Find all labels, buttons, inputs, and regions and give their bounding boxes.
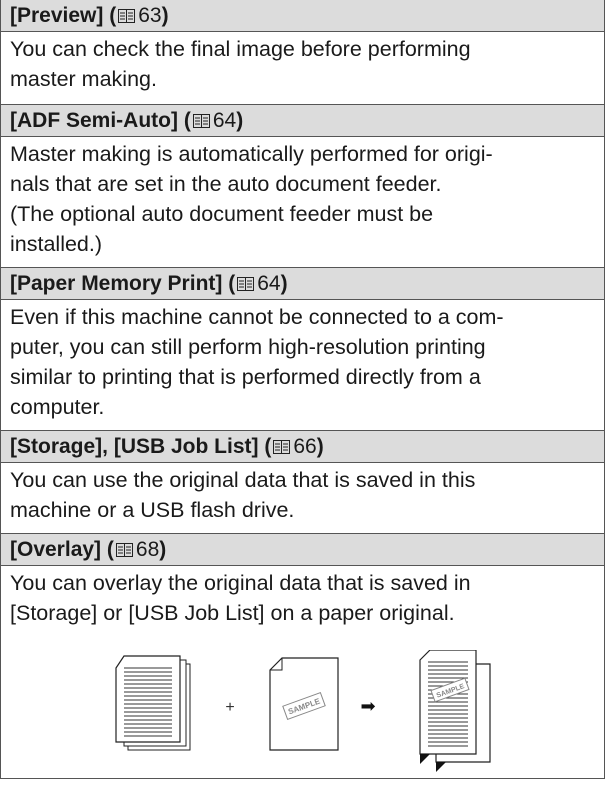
entry-header: [Paper Memory Print] (64) — [1, 268, 604, 300]
entry-description: You can check the final image before per… — [10, 37, 471, 91]
book-reference-icon — [115, 543, 133, 557]
entry-description: You can use the original data that is sa… — [10, 468, 476, 522]
entry-title: [Preview] — [10, 4, 104, 27]
entry-paper-memory-print: [Paper Memory Print] (64) Even if this m… — [1, 268, 604, 431]
entry-storage-usb-job-list: [Storage], [USB Job List] (66) You can u… — [1, 431, 604, 534]
entry-header: [Preview] (63) — [1, 0, 604, 32]
entry-header: [ADF Semi-Auto] (64) — [1, 105, 604, 137]
book-reference-icon — [118, 9, 136, 23]
page-reference: 63 — [138, 4, 162, 27]
entry-header: [Overlay] (68) — [1, 534, 604, 566]
page-reference: 64 — [257, 272, 281, 295]
plus-sign: + — [225, 699, 234, 716]
overlay-illustration: + SAMPLE ➡ SAMPLE — [115, 650, 491, 772]
entry-title: [ADF Semi-Auto] — [10, 109, 178, 132]
book-reference-icon — [237, 277, 255, 291]
entry-description: Master making is automatically performed… — [10, 142, 493, 256]
entry-description: Even if this machine cannot be connected… — [10, 305, 504, 419]
entry-header: [Storage], [USB Job List] (66) — [1, 431, 604, 463]
entry-preview: [Preview] (63) You can check the final i… — [1, 0, 604, 105]
book-reference-icon — [273, 440, 291, 454]
entry-title: [Paper Memory Print] — [10, 272, 223, 295]
page-reference: 68 — [135, 538, 160, 561]
sample-document-icon: SAMPLE — [269, 657, 339, 751]
book-reference-icon — [192, 114, 210, 128]
entry-title: [Storage], [USB Job List] — [10, 435, 259, 458]
arrow-right-icon: ➡ — [360, 696, 375, 717]
text-document-icon — [115, 655, 191, 751]
page-reference: 64 — [212, 109, 237, 132]
entry-title: [Overlay] — [10, 538, 102, 561]
entry-adf-semi-auto: [ADF Semi-Auto] (64) Master making is au… — [1, 105, 604, 268]
page-reference: 66 — [293, 435, 317, 458]
overlaid-output-icon: SAMPLE — [419, 650, 491, 772]
